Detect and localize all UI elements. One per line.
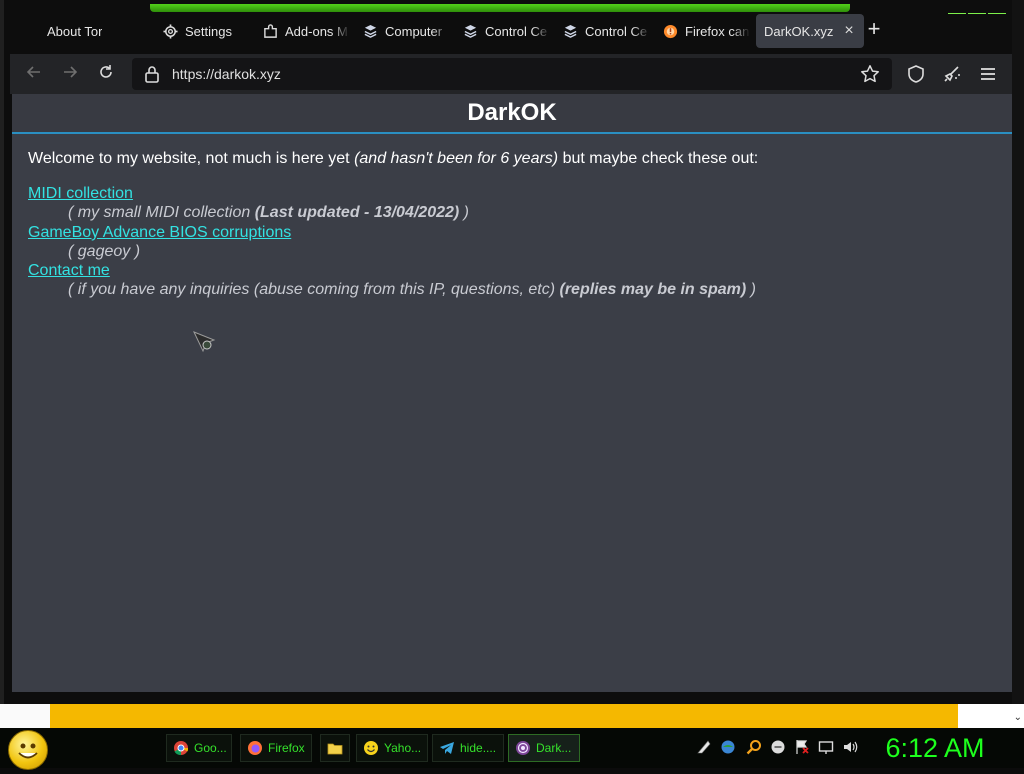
hamburger-menu-icon[interactable]	[978, 64, 998, 84]
page-content: DarkOK Welcome to my website, not much i…	[12, 94, 1012, 692]
shield-icon[interactable]	[906, 64, 926, 84]
forward-button[interactable]	[58, 62, 82, 86]
telegram-icon	[440, 742, 454, 754]
welcome-prefix: Welcome to my website, not much is here …	[28, 150, 355, 167]
search-tray-icon[interactable]	[746, 739, 762, 755]
link-gba-bios-corruptions[interactable]: GameBoy Advance BIOS corruptions	[28, 224, 291, 242]
reload-button[interactable]	[94, 62, 118, 86]
globe-tray-icon[interactable]	[720, 739, 736, 755]
bookmark-star-icon[interactable]	[860, 64, 880, 84]
tab-label: About Tor	[47, 23, 103, 39]
taskbar-item-yahoo[interactable]: Yaho...	[356, 734, 428, 762]
tab-darkok-active[interactable]: DarkOK.xyz ×	[756, 14, 864, 48]
welcome-text: Welcome to my website, not much is here …	[28, 150, 758, 168]
stack-icon	[462, 23, 478, 39]
link-midi-collection[interactable]: MIDI collection	[28, 185, 133, 203]
background-window-strip	[50, 704, 958, 728]
smiley-icon	[18, 743, 38, 759]
firefox-warning-icon	[662, 23, 678, 39]
window-right-edge	[1012, 0, 1024, 704]
window-title-accent	[150, 4, 850, 12]
volume-tray-icon[interactable]	[842, 739, 858, 755]
puzzle-icon	[262, 23, 278, 39]
url-text[interactable]: https://darkok.xyz	[172, 66, 281, 82]
new-identity-broom-icon[interactable]	[942, 64, 962, 84]
scroll-down-icon[interactable]: ⌄	[1014, 712, 1022, 723]
yahoo-messenger-icon	[364, 741, 378, 755]
arrow-left-icon	[26, 66, 40, 78]
stack-icon	[562, 23, 578, 39]
chrome-icon	[174, 741, 189, 756]
tab-firefox-error[interactable]: Firefox can	[662, 14, 750, 48]
link-description: ( my small MIDI collection (Last updated…	[68, 204, 469, 221]
reload-icon	[100, 65, 112, 78]
taskbar: Goo... Firefox Yaho... hide.... Dark... …	[0, 728, 1024, 770]
network-tray-icon[interactable]	[696, 739, 712, 755]
tab-control-center-2[interactable]: Control Ce	[562, 14, 650, 48]
welcome-italic: (and hasn't been for 6 years)	[354, 150, 559, 167]
tab-settings[interactable]: Settings	[162, 14, 254, 48]
close-tab-icon[interactable]: ×	[844, 22, 853, 40]
taskbar-item-tor-browser[interactable]: Dark...	[508, 734, 580, 762]
link-contact-me[interactable]: Contact me	[28, 262, 110, 280]
window-left-edge	[0, 0, 4, 704]
taskbar-item-folder[interactable]	[320, 734, 350, 762]
arrow-right-icon	[64, 66, 78, 78]
chat-tray-icon[interactable]	[770, 739, 786, 755]
tab-computer[interactable]: Computer	[362, 14, 450, 48]
tor-browser-icon	[516, 741, 530, 755]
welcome-suffix: but maybe check these out:	[558, 150, 759, 167]
browser-window: About Tor Settings Add-ons M Computer Co…	[0, 0, 1024, 704]
display-tray-icon[interactable]	[818, 739, 834, 755]
action-center-flag-icon[interactable]	[794, 739, 810, 755]
url-bar[interactable]: https://darkok.xyz	[132, 58, 892, 90]
taskbar-item-firefox[interactable]: Firefox	[240, 734, 312, 762]
taskbar-clock[interactable]: 6:12 AM	[880, 730, 990, 764]
nav-toolbar: https://darkok.xyz	[10, 54, 1012, 94]
tab-addons[interactable]: Add-ons M	[262, 14, 350, 48]
tor-onion-icon	[24, 23, 40, 39]
tab-bar: About Tor Settings Add-ons M Computer Co…	[10, 14, 1010, 50]
link-description: ( if you have any inquiries (abuse comin…	[68, 281, 757, 298]
background-window-edge	[0, 704, 50, 728]
new-tab-button[interactable]: +	[862, 18, 886, 42]
tab-label: DarkOK.xyz	[764, 23, 834, 39]
back-button[interactable]	[22, 62, 46, 86]
tab-about-tor[interactable]: About Tor	[24, 14, 114, 48]
gear-icon	[162, 23, 178, 39]
firefox-icon	[248, 741, 262, 755]
page-title: DarkOK	[12, 94, 1012, 134]
link-description: ( gageoy )	[68, 243, 141, 260]
taskbar-item-chrome[interactable]: Goo...	[166, 734, 232, 762]
stack-icon	[362, 23, 378, 39]
start-button[interactable]	[8, 730, 48, 770]
taskbar-item-telegram[interactable]: hide....	[432, 734, 504, 762]
folder-icon	[327, 743, 343, 755]
tab-control-center-1[interactable]: Control Ce	[462, 14, 550, 48]
lock-icon[interactable]	[144, 65, 160, 83]
tab-label: Settings	[185, 23, 232, 39]
mouse-cursor-icon	[193, 331, 216, 353]
